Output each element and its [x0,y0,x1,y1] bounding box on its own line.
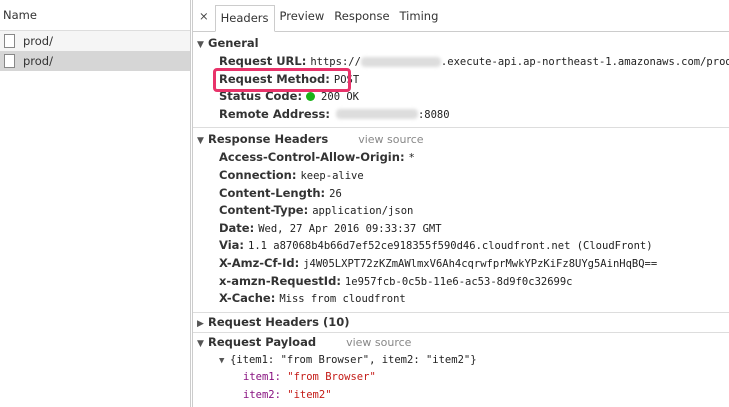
request-headers-section: ▶ Request Headers (10) [193,313,729,333]
header-row: Access-Control-Allow-Origin: * [193,149,729,167]
header-key: x-amzn-RequestId: [219,273,341,288]
highlight-box [213,67,351,92]
header-value: Wed, 27 Apr 2016 09:33:37 GMT [258,222,442,235]
header-value: Miss from cloudfront [279,293,406,306]
section-title: Request Headers (10) [208,314,350,329]
header-value: * [408,152,415,165]
remote-port: :8080 [417,108,450,121]
header-row: x-amzn-RequestId: 1e957fcb-0c5b-11e6-ac53… [193,273,729,291]
payload-item: item1: "from Browser" [193,369,729,387]
header-value: 26 [329,187,342,200]
header-value: 1.1 a87068b4b66d7ef52ce918355f590d46.clo… [248,240,653,253]
header-row: Date: Wed, 27 Apr 2016 09:33:37 GMT [193,220,729,238]
payload-key: item1: [243,371,281,384]
header-key: Via: [219,238,244,253]
view-source-link[interactable]: view source [346,336,411,349]
file-icon [4,34,15,48]
tab-timing[interactable]: Timing [395,4,444,31]
header-row: Connection: keep-alive [193,167,729,185]
general-section: ▼ General Request URL: https:// .execute-ap… [193,32,729,129]
view-source-link[interactable]: view source [358,133,423,146]
header-key: X-Cache: [219,291,276,306]
payload-key: item2: [243,388,281,401]
header-row: Via: 1.1 a87068b4b66d7ef52ce918355f590d46… [193,237,729,255]
request-list: Name prod/ prod/ [0,0,191,407]
response-headers-toggle[interactable]: ▼ Response Headers view source [193,130,729,149]
remote-label: Remote Address: [219,106,330,121]
header-key: X-Amz-Cf-Id: [219,255,300,270]
header-key: Date: [219,220,255,235]
request-name: prod/ [23,34,53,48]
payload-object[interactable]: ▼ {item1: "from Browser", item2: "item2"} [193,352,729,370]
url-prefix: https:// [310,56,361,68]
header-row: Content-Type: application/json [193,202,729,220]
header-key: Content-Type: [219,203,309,218]
header-value: j4W05LXPT72zKZmAWlmxV6Ah4cqrwfprMwkYPzKi… [303,257,658,270]
header-value: 1e957fcb-0c5b-11e6-ac53-8d9f0c32699c [344,275,573,288]
redacted-ip [335,109,418,120]
payload-section: ▼ Request Payload view source ▼ {item1: "fr… [193,333,729,405]
section-title: Response Headers [208,132,329,147]
section-title: General [208,36,259,50]
url-suffix: .execute-api.ap-northeast-1.amazonaws.co… [440,56,729,68]
section-title: Request Payload [208,334,317,349]
status-dot-icon [306,92,316,102]
payload-summary: {item1: "from Browser", item2: "item2"} [230,353,477,366]
header-row: X-Amz-Cf-Id: j4W05LXPT72zKZmAWlmxV6Ah4cqr… [193,255,729,273]
url-label: Request URL: [219,54,307,68]
header-key: Connection: [219,167,297,182]
response-headers-section: ▼ Response Headers view source Access-Cont… [193,128,729,313]
general-toggle[interactable]: ▼ General [193,34,729,53]
triangle-right-icon: ▶ [197,318,204,329]
tab-headers[interactable]: Headers [214,5,275,32]
details-pane: × Headers Preview Response Timing ▼ Gener… [192,0,729,407]
request-row[interactable]: prod/ [0,31,190,51]
tab-preview[interactable]: Preview [275,4,330,31]
tab-response[interactable]: Response [329,4,394,31]
file-icon [4,54,15,68]
request-row-selected[interactable]: prod/ [0,51,190,71]
header-value: keep-alive [300,169,364,182]
payload-value: "from Browser" [287,371,376,384]
redacted-host [360,56,441,67]
header-row: Content-Length: 26 [193,185,729,203]
name-column-header[interactable]: Name [0,0,190,31]
triangle-down-icon: ▼ [197,136,204,147]
close-icon[interactable]: × [197,4,215,31]
header-key: Access-Control-Allow-Origin: [219,150,405,165]
payload-item: item2: "item2" [193,387,729,405]
triangle-down-icon: ▼ [197,40,204,50]
request-headers-toggle[interactable]: ▶ Request Headers (10) [193,313,729,332]
header-value: application/json [312,205,414,218]
header-row: X-Cache: Miss from cloudfront [193,290,729,308]
triangle-down-icon: ▼ [219,355,225,366]
payload-value: "item2" [287,388,332,401]
tab-bar: × Headers Preview Response Timing [193,0,729,32]
triangle-down-icon: ▼ [197,338,204,349]
payload-toggle[interactable]: ▼ Request Payload view source [193,333,729,352]
status-value: 200 OK [321,91,359,104]
request-name: prod/ [23,54,53,68]
header-key: Content-Length: [219,185,326,200]
